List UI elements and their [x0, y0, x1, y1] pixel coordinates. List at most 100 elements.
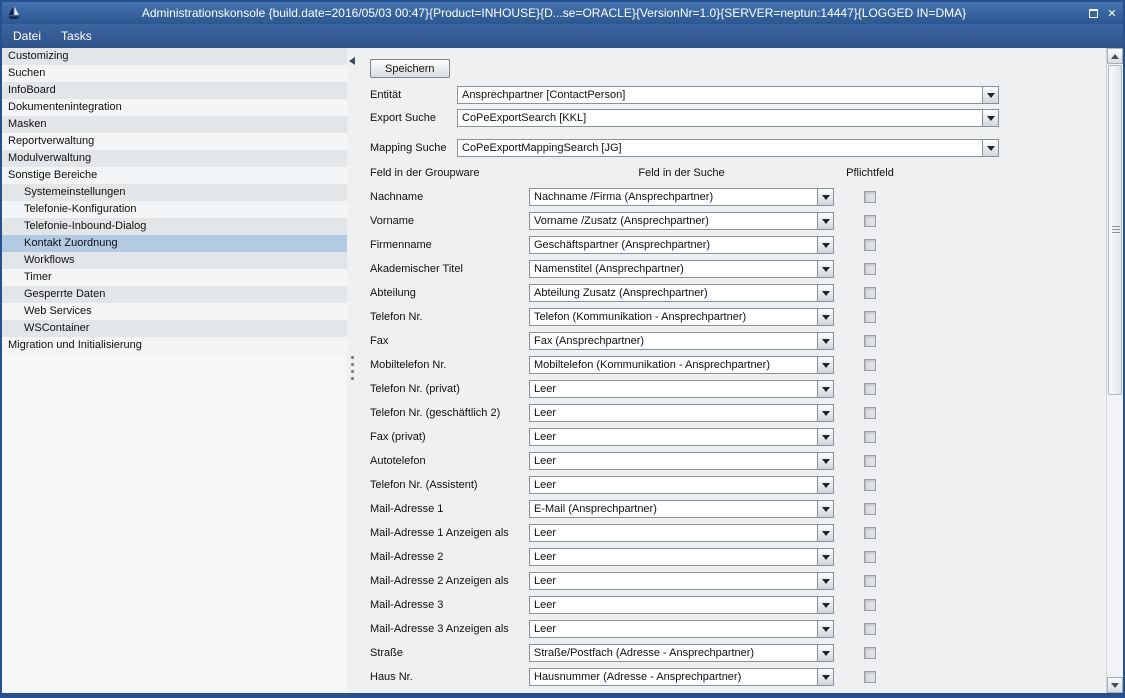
close-button[interactable]: ✕ [1105, 6, 1119, 20]
pflichtfeld-checkbox[interactable] [864, 311, 876, 323]
pflichtfeld-cell [840, 575, 900, 587]
sidebar-item-wscontainer[interactable]: WSContainer [2, 320, 347, 337]
search-field-combobox[interactable]: Leer [529, 452, 834, 470]
dropdown-arrow-icon[interactable] [817, 501, 833, 517]
pflichtfeld-checkbox[interactable] [864, 527, 876, 539]
search-field-combobox[interactable]: Straße/Postfach (Adresse - Ansprechpartn… [529, 644, 834, 662]
dropdown-arrow-icon[interactable] [982, 140, 998, 156]
search-field-combobox[interactable]: E-Mail (Ansprechpartner) [529, 500, 834, 518]
dropdown-arrow-icon[interactable] [817, 237, 833, 253]
pflichtfeld-checkbox[interactable] [864, 383, 876, 395]
sidebar-item-suchen[interactable]: Suchen [2, 65, 347, 82]
search-field-combobox[interactable]: Leer [529, 596, 834, 614]
sidebar-item-masken[interactable]: Masken [2, 116, 347, 133]
field-combobox[interactable]: CoPeExportMappingSearch [JG] [457, 139, 999, 157]
scrollbar-thumb[interactable] [1108, 65, 1122, 395]
dropdown-arrow-icon[interactable] [817, 405, 833, 421]
sidebar-item-gesperrte-daten[interactable]: Gesperrte Daten [2, 286, 347, 303]
search-field-combobox[interactable]: Hausnummer (Adresse - Ansprechpartner) [529, 668, 834, 686]
dropdown-arrow-icon[interactable] [817, 189, 833, 205]
sidebar-item-telefonie-inbound-dialog[interactable]: Telefonie-Inbound-Dialog [2, 218, 347, 235]
search-field-combobox[interactable]: Leer [529, 380, 834, 398]
sidebar-item-sonstige-bereiche[interactable]: Sonstige Bereiche [2, 167, 347, 184]
dropdown-arrow-icon[interactable] [817, 645, 833, 661]
pflichtfeld-checkbox[interactable] [864, 671, 876, 683]
pflichtfeld-checkbox[interactable] [864, 431, 876, 443]
pflichtfeld-checkbox[interactable] [864, 407, 876, 419]
dropdown-arrow-icon[interactable] [817, 357, 833, 373]
sidebar-item-workflows[interactable]: Workflows [2, 252, 347, 269]
dropdown-arrow-icon[interactable] [817, 309, 833, 325]
search-field-combobox[interactable]: Leer [529, 404, 834, 422]
dropdown-arrow-icon[interactable] [817, 213, 833, 229]
menu-datei[interactable]: Datei [13, 29, 41, 43]
pflichtfeld-checkbox[interactable] [864, 239, 876, 251]
dropdown-arrow-icon[interactable] [982, 87, 998, 103]
splitter[interactable] [347, 48, 358, 693]
search-field-combobox[interactable]: Leer [529, 524, 834, 542]
pflichtfeld-checkbox[interactable] [864, 215, 876, 227]
dropdown-arrow-icon[interactable] [817, 333, 833, 349]
pflichtfeld-checkbox[interactable] [864, 191, 876, 203]
vertical-scrollbar[interactable] [1106, 48, 1123, 693]
sidebar-item-telefonie-konfiguration[interactable]: Telefonie-Konfiguration [2, 201, 347, 218]
search-field-combobox[interactable]: Geschäftspartner (Ansprechpartner) [529, 236, 834, 254]
search-field-combobox[interactable]: Nachname /Firma (Ansprechpartner) [529, 188, 834, 206]
pflichtfeld-checkbox[interactable] [864, 335, 876, 347]
sidebar-item-infoboard[interactable]: InfoBoard [2, 82, 347, 99]
search-field-combobox[interactable]: Vorname /Zusatz (Ansprechpartner) [529, 212, 834, 230]
pflichtfeld-checkbox[interactable] [864, 599, 876, 611]
dropdown-arrow-icon[interactable] [817, 621, 833, 637]
search-field-combobox[interactable]: Mobiltelefon (Kommunikation - Ansprechpa… [529, 356, 834, 374]
sidebar-item-reportverwaltung[interactable]: Reportverwaltung [2, 133, 347, 150]
search-field-combobox[interactable]: Leer [529, 548, 834, 566]
sidebar-item-kontakt-zuordnung[interactable]: Kontakt Zuordnung [2, 235, 347, 252]
dropdown-arrow-icon[interactable] [817, 573, 833, 589]
dropdown-arrow-icon[interactable] [817, 477, 833, 493]
dropdown-arrow-icon[interactable] [817, 261, 833, 277]
pflichtfeld-checkbox[interactable] [864, 575, 876, 587]
dropdown-arrow-icon[interactable] [817, 597, 833, 613]
sidebar-item-customizing[interactable]: Customizing [2, 48, 347, 65]
save-button[interactable]: Speichern [370, 59, 450, 78]
sidebar-item-dokumentenintegration[interactable]: Dokumentenintegration [2, 99, 347, 116]
menu-tasks[interactable]: Tasks [61, 29, 92, 43]
dropdown-arrow-icon[interactable] [817, 429, 833, 445]
pflichtfeld-checkbox[interactable] [864, 263, 876, 275]
search-field-combobox[interactable]: Leer [529, 428, 834, 446]
dropdown-arrow-icon[interactable] [817, 285, 833, 301]
pflichtfeld-checkbox[interactable] [864, 551, 876, 563]
search-field-combobox[interactable]: Abteilung Zusatz (Ansprechpartner) [529, 284, 834, 302]
sidebar-item-timer[interactable]: Timer [2, 269, 347, 286]
search-field-combobox[interactable]: Namenstitel (Ansprechpartner) [529, 260, 834, 278]
scroll-down-button[interactable] [1107, 677, 1123, 693]
search-field-combobox[interactable]: Leer [529, 620, 834, 638]
dropdown-arrow-icon[interactable] [982, 110, 998, 126]
search-field-combobox[interactable]: Fax (Ansprechpartner) [529, 332, 834, 350]
pflichtfeld-checkbox[interactable] [864, 287, 876, 299]
pflichtfeld-checkbox[interactable] [864, 359, 876, 371]
search-field-combobox[interactable]: Leer [529, 476, 834, 494]
dropdown-arrow-icon[interactable] [817, 525, 833, 541]
dropdown-arrow-icon[interactable] [817, 549, 833, 565]
search-field-combobox[interactable]: Leer [529, 572, 834, 590]
dropdown-arrow-icon[interactable] [817, 381, 833, 397]
sidebar-item-migration-und-initialisierung[interactable]: Migration und Initialisierung [2, 337, 347, 354]
pflichtfeld-checkbox[interactable] [864, 503, 876, 515]
pflichtfeld-checkbox[interactable] [864, 479, 876, 491]
sidebar-item-modulverwaltung[interactable]: Modulverwaltung [2, 150, 347, 167]
pflichtfeld-checkbox[interactable] [864, 623, 876, 635]
field-combobox[interactable]: CoPeExportSearch [KKL] [457, 109, 999, 127]
sidebar-item-web-services[interactable]: Web Services [2, 303, 347, 320]
collapse-left-icon[interactable] [349, 57, 355, 65]
dropdown-arrow-icon[interactable] [817, 669, 833, 685]
pflichtfeld-checkbox[interactable] [864, 455, 876, 467]
search-field-combobox[interactable]: Telefon (Kommunikation - Ansprechpartner… [529, 308, 834, 326]
pflichtfeld-checkbox[interactable] [864, 647, 876, 659]
sidebar-item-systemeinstellungen[interactable]: Systemeinstellungen [2, 184, 347, 201]
title-bar[interactable]: Administrationskonsole {build.date=2016/… [2, 2, 1123, 24]
dropdown-arrow-icon[interactable] [817, 453, 833, 469]
field-combobox[interactable]: Ansprechpartner [ContactPerson] [457, 86, 999, 104]
maximize-button[interactable] [1086, 6, 1100, 20]
scroll-up-button[interactable] [1107, 48, 1123, 64]
